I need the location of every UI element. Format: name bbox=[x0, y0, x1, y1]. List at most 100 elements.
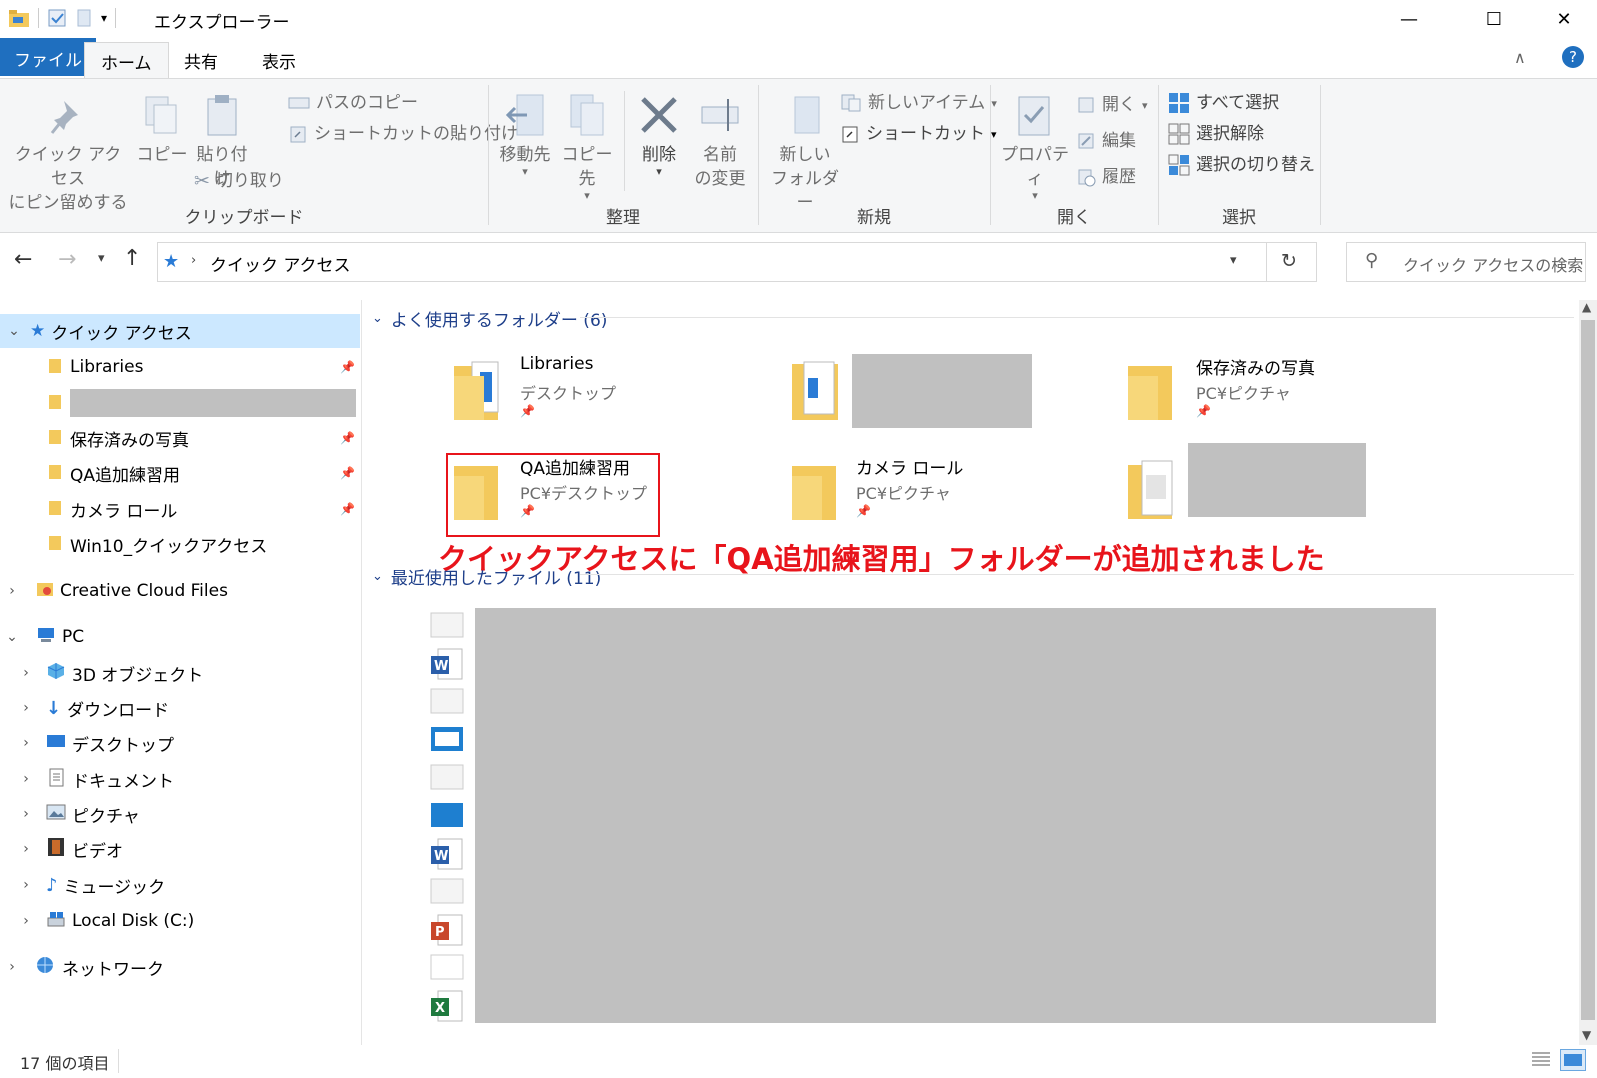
copy-path-label: パスのコピー bbox=[316, 93, 418, 113]
select-all-button[interactable]: すべて選択 bbox=[1168, 91, 1279, 115]
tab-file[interactable]: ファイル bbox=[0, 38, 96, 76]
copy-path-button[interactable]: パスのコピー bbox=[288, 91, 418, 115]
pinned-icon: 📌 bbox=[340, 431, 355, 445]
collapsed-chevron-icon[interactable]: › bbox=[14, 841, 38, 857]
nav-item-network[interactable]: › ネットワーク bbox=[0, 950, 360, 984]
nav-item-3d-objects[interactable]: › 3D オブジェクト bbox=[0, 656, 360, 690]
scroll-down-icon[interactable]: ▼ bbox=[1582, 1028, 1591, 1042]
nav-item-pinned[interactable]: Win10_クイックアクセス bbox=[0, 527, 360, 561]
recent-locations-chevron-icon[interactable]: ▾ bbox=[98, 251, 105, 266]
nav-item-downloads[interactable]: › ↓ ダウンロード bbox=[0, 691, 360, 725]
select-none-button[interactable]: 選択解除 bbox=[1168, 122, 1264, 146]
up-arrow-icon[interactable]: ↑ bbox=[123, 246, 141, 271]
qat-dropdown-icon[interactable]: ▾ bbox=[101, 11, 107, 25]
scroll-up-icon[interactable]: ▲ bbox=[1582, 300, 1591, 314]
pin-to-quick-access-button[interactable]: クイック アクセス にピン留めする bbox=[8, 93, 128, 215]
invert-selection-button[interactable]: 選択の切り替え bbox=[1168, 153, 1315, 177]
properties-check-icon[interactable] bbox=[47, 8, 67, 28]
nav-item-pinned[interactable] bbox=[0, 386, 360, 420]
delete-button[interactable]: 削除 ▾ bbox=[634, 93, 684, 177]
address-dropdown-icon[interactable]: ▾ bbox=[1230, 253, 1237, 268]
nav-item-pinned[interactable]: QA追加練習用 📌 bbox=[0, 456, 360, 490]
open-button[interactable]: 開く ▾ bbox=[1076, 93, 1148, 117]
explorer-folder-icon[interactable] bbox=[8, 8, 30, 28]
collapsed-chevron-icon[interactable]: › bbox=[14, 771, 38, 787]
maximize-button[interactable]: ☐ bbox=[1471, 0, 1517, 38]
expanded-chevron-icon[interactable]: ⌄ bbox=[0, 629, 24, 645]
collapse-ribbon-icon[interactable]: ∧ bbox=[1514, 48, 1526, 67]
address-bar[interactable]: ★ › クイック アクセス ▾ ↻ bbox=[157, 242, 1317, 282]
details-view-icon[interactable] bbox=[1530, 1050, 1552, 1073]
search-icon: ⚲ bbox=[1365, 250, 1379, 271]
collapse-chevron-icon[interactable]: ⌄ bbox=[372, 569, 383, 584]
new-folder-button[interactable]: 新しい フォルダー bbox=[768, 93, 842, 215]
collapsed-chevron-icon[interactable]: › bbox=[0, 959, 24, 975]
nav-item-pc[interactable]: ⌄ PC bbox=[0, 620, 360, 654]
recent-files-header[interactable]: ⌄ 最近使用したファイル (11) bbox=[372, 564, 601, 589]
shortcut-button[interactable]: ショートカット ▾ bbox=[840, 122, 997, 146]
back-arrow-icon[interactable]: ← bbox=[14, 247, 32, 272]
expanded-chevron-icon[interactable]: ⌄ bbox=[2, 323, 26, 339]
copy-to-button[interactable]: コピー先 ▾ bbox=[556, 93, 618, 201]
large-icons-view-icon[interactable] bbox=[1560, 1049, 1586, 1071]
folder-tile[interactable]: カメラ ロール PC¥ピクチャ 📌 bbox=[786, 450, 1086, 530]
tab-home[interactable]: ホーム bbox=[84, 42, 169, 78]
edit-label: 編集 bbox=[1102, 131, 1136, 151]
help-icon[interactable]: ? bbox=[1562, 46, 1584, 68]
clipboard-group-title: クリップボード bbox=[184, 208, 304, 228]
pc-icon bbox=[36, 627, 56, 648]
search-box[interactable]: ⚲ クイック アクセスの検索 bbox=[1346, 242, 1586, 282]
paste-shortcut-button[interactable]: ショートカットの貼り付け bbox=[288, 122, 518, 146]
nav-item-pictures[interactable]: › ピクチャ bbox=[0, 797, 360, 831]
new-folder-small-icon[interactable] bbox=[75, 8, 93, 28]
move-to-button[interactable]: 移動先 ▾ bbox=[496, 93, 554, 177]
refresh-icon[interactable]: ↻ bbox=[1281, 250, 1297, 272]
close-button[interactable]: ✕ bbox=[1541, 0, 1587, 38]
nav-item-local-disk[interactable]: › Local Disk (C:) bbox=[0, 904, 360, 938]
folder-tile[interactable] bbox=[786, 350, 1086, 430]
properties-label: プロパティ bbox=[1001, 145, 1069, 189]
rename-button[interactable]: 名前 の変更 bbox=[690, 93, 750, 191]
nav-label: ドキュメント bbox=[72, 771, 174, 792]
frequent-folders-header[interactable]: ⌄ よく使用するフォルダー (6) bbox=[372, 306, 607, 331]
scroll-thumb[interactable] bbox=[1581, 320, 1595, 1020]
nav-item-quick-access[interactable]: ⌄ ★ クイック アクセス bbox=[0, 314, 360, 348]
nav-item-pinned[interactable]: カメラ ロール 📌 bbox=[0, 492, 360, 526]
collapsed-chevron-icon[interactable]: › bbox=[0, 583, 24, 599]
collapsed-chevron-icon[interactable]: › bbox=[14, 700, 38, 716]
tab-view[interactable]: 表示 bbox=[246, 42, 312, 78]
collapse-chevron-icon[interactable]: ⌄ bbox=[372, 311, 383, 326]
folder-tile[interactable]: QA追加練習用 PC¥デスクトップ 📌 bbox=[444, 450, 744, 530]
redacted-label bbox=[70, 389, 356, 417]
history-button[interactable]: 履歴 bbox=[1076, 165, 1136, 189]
new-item-button[interactable]: 新しいアイテム ▾ bbox=[840, 91, 997, 115]
collapsed-chevron-icon[interactable]: › bbox=[14, 735, 38, 751]
minimize-button[interactable]: — bbox=[1386, 0, 1432, 38]
vertical-scrollbar[interactable]: ▲ ▼ bbox=[1579, 300, 1597, 1045]
nav-label: Win10_クイックアクセス bbox=[70, 536, 268, 557]
section-divider bbox=[580, 574, 1574, 575]
nav-item-pinned[interactable]: 保存済みの写真 📌 bbox=[0, 421, 360, 455]
nav-item-creative-cloud[interactable]: › Creative Cloud Files bbox=[0, 574, 360, 608]
edit-button[interactable]: 編集 bbox=[1076, 129, 1136, 153]
nav-item-desktop[interactable]: › デスクトップ bbox=[0, 726, 360, 760]
tab-share[interactable]: 共有 bbox=[168, 42, 234, 78]
address-path[interactable]: クイック アクセス bbox=[210, 251, 351, 276]
nav-item-music[interactable]: › ♪ ミュージック bbox=[0, 868, 360, 902]
properties-button[interactable]: プロパティ ▾ bbox=[998, 93, 1072, 201]
collapsed-chevron-icon[interactable]: › bbox=[14, 877, 38, 893]
folder-tile[interactable] bbox=[1126, 443, 1426, 523]
nav-item-pinned[interactable]: Libraries 📌 bbox=[0, 350, 360, 384]
copy-button[interactable]: コピー bbox=[134, 93, 190, 167]
collapsed-chevron-icon[interactable]: › bbox=[14, 806, 38, 822]
folder-tile[interactable]: 保存済みの写真 PC¥ピクチャ 📌 bbox=[1126, 350, 1426, 430]
shortcut-label: ショートカット bbox=[866, 124, 985, 144]
collapsed-chevron-icon[interactable]: › bbox=[14, 913, 38, 929]
folder-icon bbox=[48, 534, 62, 555]
nav-item-documents[interactable]: › ドキュメント bbox=[0, 762, 360, 796]
folder-tile[interactable]: Libraries デスクトップ 📌 bbox=[444, 350, 744, 430]
collapsed-chevron-icon[interactable]: › bbox=[14, 665, 38, 681]
nav-item-videos[interactable]: › ビデオ bbox=[0, 832, 360, 866]
cut-button[interactable]: ✂ 切り取り bbox=[194, 169, 284, 193]
forward-arrow-icon[interactable]: → bbox=[58, 247, 76, 272]
